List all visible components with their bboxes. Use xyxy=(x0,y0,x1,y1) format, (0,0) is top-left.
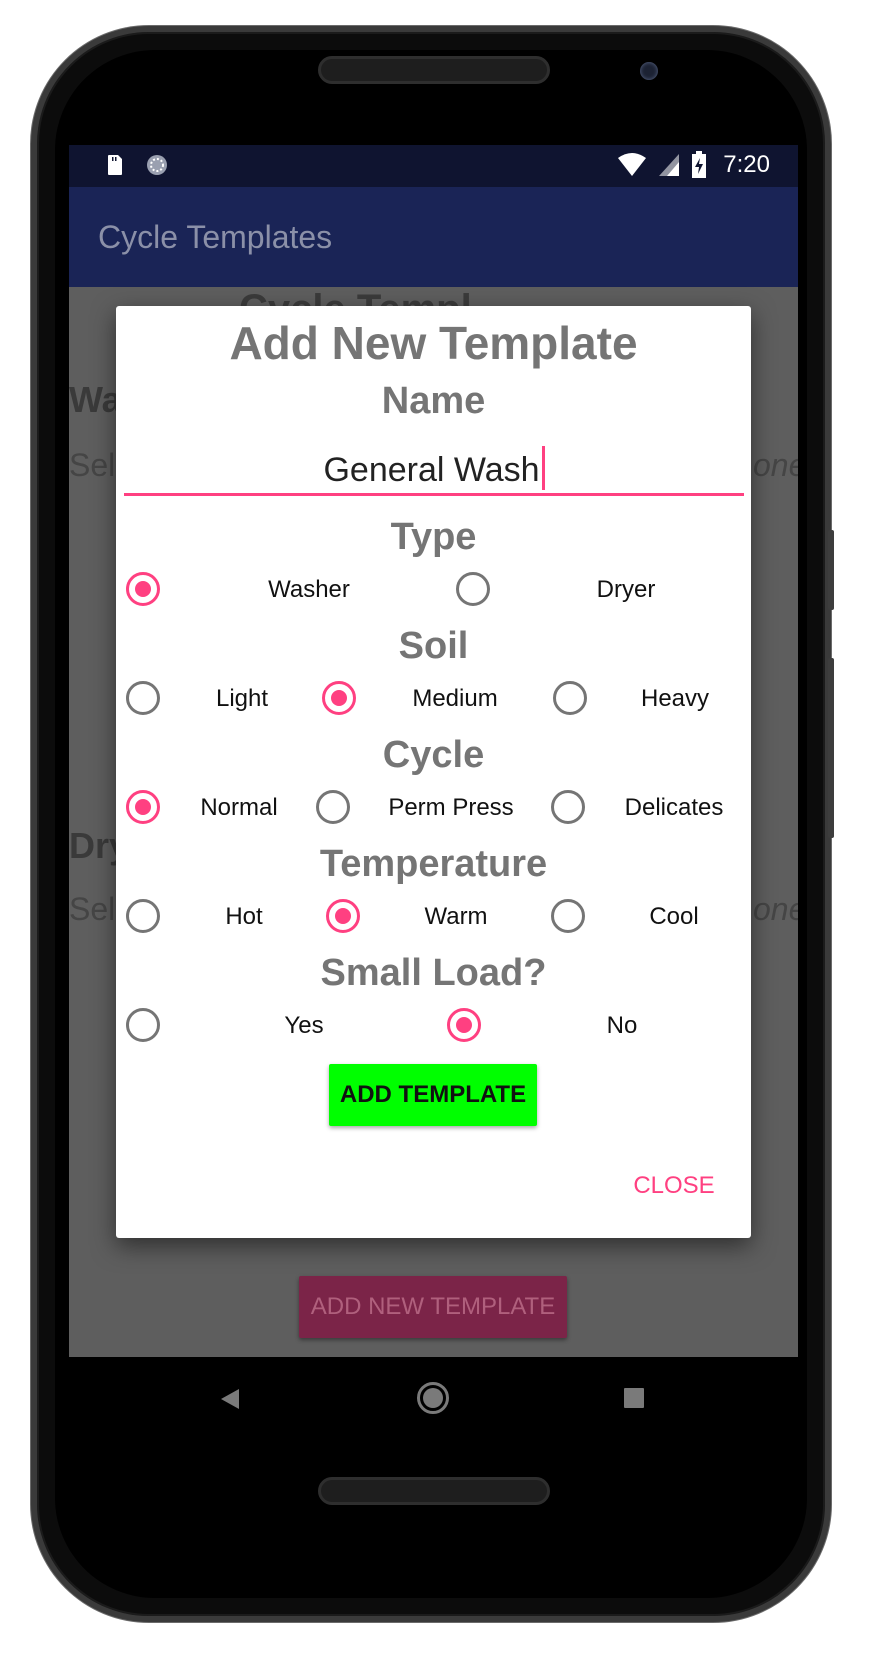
small-load-no-label[interactable]: No xyxy=(607,1012,638,1040)
power-button xyxy=(828,658,834,838)
app-title: Cycle Templates xyxy=(98,219,333,255)
temperature-hot-radio[interactable] xyxy=(126,899,160,933)
cycle-heading: Cycle xyxy=(382,734,485,776)
cycle-normal-radio[interactable] xyxy=(126,790,160,824)
sd-card-icon xyxy=(108,155,122,175)
temperature-heading: Temperature xyxy=(319,843,548,885)
soil-heavy-radio[interactable] xyxy=(553,681,587,715)
front-camera xyxy=(640,62,658,80)
cycle-delicates-label[interactable]: Delicates xyxy=(625,794,724,822)
recents-icon[interactable] xyxy=(624,1388,644,1408)
name-heading: Name xyxy=(381,380,486,422)
type-dryer-label[interactable]: Dryer xyxy=(597,576,656,604)
add-new-template-button[interactable]: ADD NEW TEMPLATE xyxy=(299,1276,567,1338)
soil-heavy-label[interactable]: Heavy xyxy=(641,685,709,713)
small-load-yes-radio[interactable] xyxy=(126,1008,160,1042)
add-template-button[interactable]: ADD TEMPLATE xyxy=(329,1064,537,1126)
soil-heading: Soil xyxy=(398,625,469,667)
wifi-icon xyxy=(618,153,647,176)
text-cursor xyxy=(541,446,545,490)
battery-charging-icon xyxy=(692,151,707,178)
small-load-no-radio[interactable] xyxy=(447,1008,481,1042)
washer-section-heading: Wa xyxy=(69,379,122,420)
volume-button xyxy=(828,530,834,610)
clock: 7:20 xyxy=(723,151,770,178)
dialog-title: Add New Template xyxy=(229,317,638,369)
cell-signal-icon xyxy=(659,154,680,176)
soil-medium-radio[interactable] xyxy=(322,681,356,715)
close-button[interactable]: CLOSE xyxy=(624,1172,724,1208)
washer-select-label: Sel xyxy=(69,447,116,483)
dryer-selection-value: one xyxy=(753,891,798,927)
soil-light-radio[interactable] xyxy=(126,681,160,715)
cycle-delicates-radio[interactable] xyxy=(551,790,585,824)
cycle-normal-label[interactable]: Normal xyxy=(200,794,277,822)
cycle-perm-press-label[interactable]: Perm Press xyxy=(388,794,513,822)
type-dryer-radio[interactable] xyxy=(456,572,490,606)
temperature-warm-radio[interactable] xyxy=(326,899,360,933)
temperature-cool-label[interactable]: Cool xyxy=(649,903,698,931)
small-load-yes-label[interactable]: Yes xyxy=(284,1012,323,1040)
name-input-value[interactable]: General Wash xyxy=(124,446,744,490)
type-washer-label[interactable]: Washer xyxy=(268,576,350,604)
temperature-cool-radio[interactable] xyxy=(551,899,585,933)
type-heading: Type xyxy=(390,516,477,558)
temperature-hot-label[interactable]: Hot xyxy=(225,903,262,931)
status-bar: 7:20 xyxy=(69,145,798,187)
type-washer-radio[interactable] xyxy=(126,572,160,606)
back-icon[interactable] xyxy=(219,1387,241,1411)
bottom-speaker xyxy=(318,1477,550,1505)
earpiece-speaker xyxy=(318,56,550,84)
name-input-text: General Wash xyxy=(323,451,540,489)
small-load-heading: Small Load? xyxy=(320,952,547,994)
add-template-dialog: Add New Template Name General Wash Type … xyxy=(116,306,751,1238)
soil-medium-label[interactable]: Medium xyxy=(412,685,497,713)
sync-icon xyxy=(147,155,167,175)
cycle-perm-press-radio[interactable] xyxy=(316,790,350,824)
temperature-warm-label[interactable]: Warm xyxy=(424,903,487,931)
dryer-select-label: Sel xyxy=(69,891,116,927)
washer-selection-value: one xyxy=(753,447,798,483)
soil-light-label[interactable]: Light xyxy=(216,685,268,713)
app-bar: Cycle Templates xyxy=(69,187,798,287)
home-icon[interactable] xyxy=(416,1381,450,1415)
navigation-bar xyxy=(69,1357,798,1442)
